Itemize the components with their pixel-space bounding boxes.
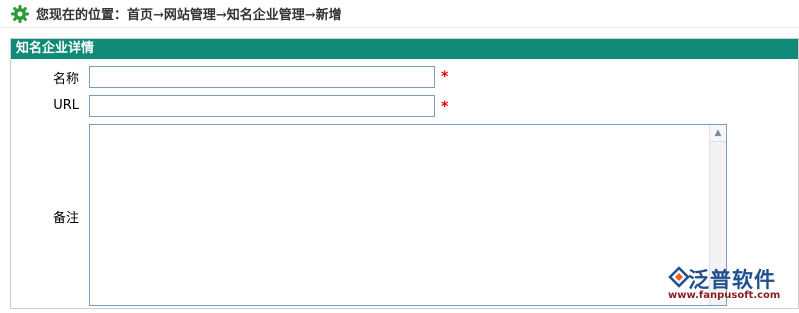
name-label: 名称 [52,72,79,87]
breadcrumb-text: 您现在的位置：首页→网站管理→知名企业管理→新增 [36,8,342,23]
brand-watermark: 泛普软件 www.fanpusoft.com [660,264,795,306]
brand-logo-icon [668,266,690,288]
gear-icon [11,4,29,23]
note-label: 备注 [52,211,79,226]
url-label: URL [53,98,79,113]
scroll-up-arrow-icon[interactable]: ▲ [710,125,726,142]
panel-title: 知名企业详情 [11,39,798,59]
name-required-mark: * [441,69,449,85]
note-textarea[interactable]: ▲ [89,124,727,306]
name-input[interactable] [89,66,435,88]
breadcrumb: 您现在的位置：首页→网站管理→知名企业管理→新增 [0,0,799,28]
url-input[interactable] [89,95,435,117]
brand-url: www.fanpusoft.com [668,290,781,301]
url-required-mark: * [441,99,449,115]
